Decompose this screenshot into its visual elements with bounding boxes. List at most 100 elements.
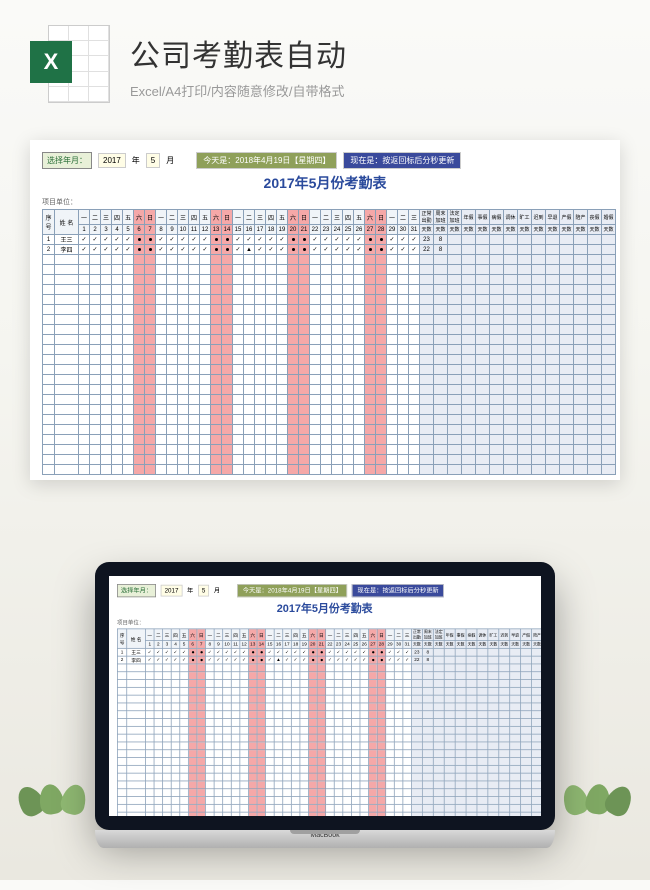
cell-mark[interactable] (197, 656, 206, 664)
cell-mark[interactable]: ✓ (266, 656, 275, 664)
cell-mark[interactable]: ✓ (394, 648, 403, 656)
cell-mark[interactable]: ✓ (233, 235, 244, 245)
cell-seq[interactable]: 2 (117, 656, 126, 664)
cell-mark[interactable]: ✓ (90, 245, 101, 255)
cell-mark[interactable]: ✓ (360, 656, 369, 664)
cell-mark[interactable]: ✓ (223, 656, 232, 664)
cell-mark[interactable] (222, 245, 233, 255)
cell-mark[interactable]: ✓ (321, 245, 332, 255)
cell-summary[interactable] (532, 235, 546, 245)
year-input[interactable]: 2017 (98, 153, 126, 168)
cell-mark[interactable] (299, 235, 310, 245)
cell-summary[interactable] (477, 648, 488, 656)
cell-mark[interactable]: ✓ (214, 648, 223, 656)
cell-summary[interactable] (455, 656, 466, 664)
cell-mark[interactable] (365, 235, 376, 245)
cell-mark[interactable]: ✓ (310, 245, 321, 255)
cell-summary[interactable] (499, 648, 510, 656)
cell-mark[interactable]: ✓ (200, 235, 211, 245)
cell-mark[interactable]: ✓ (409, 245, 420, 255)
cell-mark[interactable]: ✓ (394, 656, 403, 664)
cell-mark[interactable]: ✓ (154, 648, 163, 656)
cell-mark[interactable]: ✓ (326, 648, 335, 656)
cell-summary[interactable] (490, 235, 504, 245)
cell-summary[interactable]: 23 (411, 648, 422, 656)
cell-summary[interactable]: 8 (434, 235, 448, 245)
cell-mark[interactable]: ✓ (101, 245, 112, 255)
cell-summary[interactable]: 23 (420, 235, 434, 245)
cell-mark[interactable]: ✓ (167, 235, 178, 245)
cell-mark[interactable]: ✓ (409, 235, 420, 245)
cell-mark[interactable]: ▲ (244, 245, 255, 255)
cell-mark[interactable]: ✓ (326, 656, 335, 664)
cell-name[interactable]: 李四 (55, 245, 79, 255)
cell-summary[interactable] (466, 656, 477, 664)
cell-summary[interactable] (444, 656, 455, 664)
cell-summary[interactable]: 22 (411, 656, 422, 664)
cell-name[interactable]: 王三 (55, 235, 79, 245)
cell-mark[interactable]: ✓ (398, 245, 409, 255)
cell-mark[interactable]: ✓ (321, 235, 332, 245)
cell-mark[interactable]: ✓ (277, 235, 288, 245)
cell-mark[interactable]: ✓ (112, 235, 123, 245)
cell-mark[interactable] (248, 656, 257, 664)
cell-summary[interactable]: 8 (434, 245, 448, 255)
cell-mark[interactable] (299, 245, 310, 255)
cell-mark[interactable]: ✓ (178, 235, 189, 245)
cell-mark[interactable] (376, 235, 387, 245)
cell-mark[interactable]: ✓ (343, 648, 352, 656)
cell-mark[interactable]: ✓ (266, 648, 275, 656)
cell-mark[interactable] (377, 656, 386, 664)
cell-mark[interactable]: ✓ (79, 245, 90, 255)
cell-summary[interactable] (588, 235, 602, 245)
cell-summary[interactable] (448, 235, 462, 245)
cell-mark[interactable] (257, 648, 266, 656)
cell-mark[interactable]: ✓ (223, 648, 232, 656)
cell-summary[interactable] (602, 245, 616, 255)
cell-summary[interactable] (488, 656, 499, 664)
cell-summary[interactable] (476, 245, 490, 255)
cell-summary[interactable] (476, 235, 490, 245)
cell-mark[interactable]: ▲ (274, 656, 283, 664)
cell-mark[interactable]: ✓ (240, 656, 249, 664)
cell-mark[interactable]: ✓ (283, 648, 292, 656)
cell-mark[interactable] (134, 235, 145, 245)
cell-mark[interactable]: ✓ (163, 648, 172, 656)
cell-summary[interactable] (466, 648, 477, 656)
cell-mark[interactable]: ✓ (291, 648, 300, 656)
cell-mark[interactable]: ✓ (156, 235, 167, 245)
cell-mark[interactable] (369, 656, 378, 664)
cell-mark[interactable]: ✓ (145, 648, 154, 656)
cell-mark[interactable] (197, 648, 206, 656)
cell-summary[interactable] (433, 656, 444, 664)
cell-mark[interactable]: ✓ (300, 648, 309, 656)
cell-summary[interactable] (510, 648, 521, 656)
cell-mark[interactable] (222, 235, 233, 245)
cell-mark[interactable]: ✓ (206, 648, 215, 656)
cell-summary[interactable] (448, 245, 462, 255)
cell-mark[interactable]: ✓ (403, 656, 412, 664)
cell-mark[interactable] (257, 656, 266, 664)
cell-summary[interactable] (477, 656, 488, 664)
cell-mark[interactable] (211, 245, 222, 255)
cell-summary[interactable] (510, 656, 521, 664)
cell-mark[interactable]: ✓ (206, 656, 215, 664)
cell-mark[interactable] (369, 648, 378, 656)
cell-mark[interactable]: ✓ (403, 648, 412, 656)
cell-mark[interactable]: ✓ (351, 648, 360, 656)
cell-summary[interactable] (518, 235, 532, 245)
month-input[interactable]: 5 (146, 153, 160, 168)
cell-mark[interactable]: ✓ (200, 245, 211, 255)
cell-summary[interactable]: 8 (422, 648, 433, 656)
cell-summary[interactable] (455, 648, 466, 656)
cell-mark[interactable]: ✓ (277, 245, 288, 255)
cell-mark[interactable]: ✓ (255, 245, 266, 255)
cell-mark[interactable]: ✓ (283, 656, 292, 664)
cell-summary[interactable] (518, 245, 532, 255)
year-input[interactable]: 2017 (161, 585, 183, 597)
cell-summary[interactable] (574, 235, 588, 245)
cell-mark[interactable] (365, 245, 376, 255)
cell-mark[interactable] (308, 656, 317, 664)
cell-mark[interactable]: ✓ (255, 235, 266, 245)
cell-summary[interactable] (490, 245, 504, 255)
